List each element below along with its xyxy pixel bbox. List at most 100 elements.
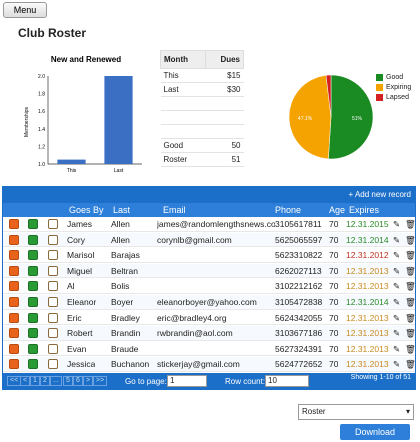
grid-body: James Allen james@randomlengthsnews.com … (3, 217, 416, 373)
cell-last: Beltran (111, 265, 138, 276)
home-icon[interactable] (48, 234, 58, 245)
add-record-button[interactable]: + Add new record (349, 190, 411, 199)
legend-label: Lapsed (386, 93, 409, 101)
cell-expires: 12.31.2013 (346, 359, 389, 370)
delete-icon[interactable]: 🗑 (405, 266, 416, 277)
checkbox-icon[interactable] (9, 234, 19, 245)
cell-goes-by: Eric (67, 312, 82, 323)
table-row[interactable]: Al Bolis 3102212162 70 12.31.2013 ✎ 🗑 (3, 279, 416, 294)
phone-icon[interactable] (28, 312, 38, 323)
cell-expires: 12.31.2013 (346, 343, 389, 354)
edit-icon[interactable]: ✎ (393, 250, 400, 261)
phone-icon[interactable] (28, 359, 38, 370)
home-icon[interactable] (48, 312, 58, 323)
bar-chart-ytick: 1.2 (38, 144, 45, 150)
edit-icon[interactable]: ✎ (393, 344, 400, 355)
checkbox-icon[interactable] (9, 250, 19, 261)
table-row[interactable]: Marisol Barajas 5623310822 70 12.31.2012… (3, 248, 416, 263)
rowcount-select[interactable]: 10 (265, 375, 309, 387)
phone-icon[interactable] (28, 265, 38, 276)
roster-select[interactable]: Roster ▾ (298, 404, 414, 420)
goto-page-select[interactable]: 1 (167, 375, 207, 387)
pager-item[interactable]: >> (93, 376, 108, 386)
home-icon[interactable] (48, 250, 58, 261)
col-goes-by[interactable]: Goes By (69, 205, 104, 215)
home-icon[interactable] (48, 359, 58, 370)
page-title: Club Roster (18, 26, 87, 40)
phone-icon[interactable] (28, 219, 38, 229)
table-row[interactable]: Robert Brandin rwbrandin@aol.com 3103677… (3, 326, 416, 341)
edit-icon[interactable]: ✎ (393, 281, 400, 292)
delete-icon[interactable]: 🗑 (405, 328, 416, 339)
delete-icon[interactable]: 🗑 (405, 297, 416, 308)
chevron-down-icon: ▾ (405, 407, 410, 416)
rowcount-label: Row count: (225, 377, 266, 386)
home-icon[interactable] (48, 265, 58, 276)
col-last[interactable]: Last (113, 205, 130, 215)
delete-icon[interactable]: 🗑 (405, 250, 416, 261)
checkbox-icon[interactable] (9, 219, 19, 229)
cell-goes-by: Eleanor (67, 297, 97, 307)
checkbox-icon[interactable] (9, 328, 19, 339)
legend-swatch (376, 73, 383, 81)
edit-icon[interactable]: ✎ (393, 219, 400, 230)
table-row[interactable]: Miguel Beltran 6262027113 70 12.31.2013 … (3, 263, 416, 279)
edit-icon[interactable]: ✎ (393, 328, 400, 339)
table-row[interactable]: Eleanor Boyer eleanorboyer@yahoo.com 310… (3, 295, 416, 310)
phone-icon[interactable] (28, 234, 38, 245)
table-row[interactable]: Jessica Buchanon stickerjay@gmail.com 56… (3, 357, 416, 372)
delete-icon[interactable]: 🗑 (405, 219, 416, 230)
cell-last: Boyer (111, 297, 134, 307)
pager-item[interactable]: 6 (73, 376, 83, 386)
col-age[interactable]: Age (329, 205, 345, 215)
dues-header-dues: Dues (204, 50, 245, 69)
checkbox-icon[interactable] (9, 265, 19, 276)
table-row[interactable]: Cory Allen corynlb@gmail.com 5625065597 … (3, 232, 416, 248)
cell-last: Allen (111, 219, 130, 229)
menu-button[interactable]: Menu (3, 2, 47, 18)
phone-icon[interactable] (28, 328, 38, 339)
phone-icon[interactable] (28, 297, 38, 307)
pager-item[interactable]: ... (50, 376, 62, 386)
home-icon[interactable] (48, 281, 58, 292)
phone-icon[interactable] (28, 343, 38, 354)
pager-item[interactable]: < (20, 376, 31, 386)
phone-icon[interactable] (28, 281, 38, 292)
delete-icon[interactable]: 🗑 (405, 235, 416, 246)
pager-item[interactable]: 1 (30, 376, 40, 386)
table-row[interactable]: James Allen james@randomlengthsnews.com … (3, 217, 416, 232)
edit-icon[interactable]: ✎ (393, 313, 400, 324)
home-icon[interactable] (48, 328, 58, 339)
checkbox-icon[interactable] (9, 312, 19, 323)
edit-icon[interactable]: ✎ (393, 235, 400, 246)
pager-item[interactable]: 2 (40, 376, 50, 386)
checkbox-icon[interactable] (9, 343, 19, 354)
checkbox-icon[interactable] (9, 297, 19, 307)
roster-grid: + Add new record Goes By Last Email Phon… (2, 186, 416, 390)
table-row[interactable]: Evan Braude 5627324391 70 12.31.2013 ✎ 🗑 (3, 342, 416, 357)
pager-item[interactable]: > (83, 376, 94, 386)
col-expires[interactable]: Expires (349, 205, 379, 215)
grid-toolbar: + Add new record (3, 187, 415, 203)
delete-icon[interactable]: 🗑 (405, 359, 416, 370)
delete-icon[interactable]: 🗑 (405, 344, 416, 355)
delete-icon[interactable]: 🗑 (405, 281, 416, 292)
edit-icon[interactable]: ✎ (393, 359, 400, 370)
phone-icon[interactable] (28, 250, 38, 261)
col-phone[interactable]: Phone (275, 205, 301, 215)
home-icon[interactable] (48, 297, 58, 307)
edit-icon[interactable]: ✎ (393, 297, 400, 308)
col-email[interactable]: Email (163, 205, 186, 215)
table-row[interactable]: Eric Bradley eric@bradley4.org 562434205… (3, 311, 416, 326)
delete-icon[interactable]: 🗑 (405, 313, 416, 324)
pager-item[interactable]: 5 (63, 376, 73, 386)
checkbox-icon[interactable] (9, 281, 19, 292)
bar-this (57, 159, 86, 164)
bar-chart-ytick: 2.0 (38, 74, 45, 80)
checkbox-icon[interactable] (9, 359, 19, 370)
home-icon[interactable] (48, 219, 58, 229)
download-button[interactable]: Download (340, 424, 410, 440)
edit-icon[interactable]: ✎ (393, 266, 400, 277)
home-icon[interactable] (48, 343, 58, 354)
cell-email: eleanorboyer@yahoo.com (157, 297, 257, 307)
